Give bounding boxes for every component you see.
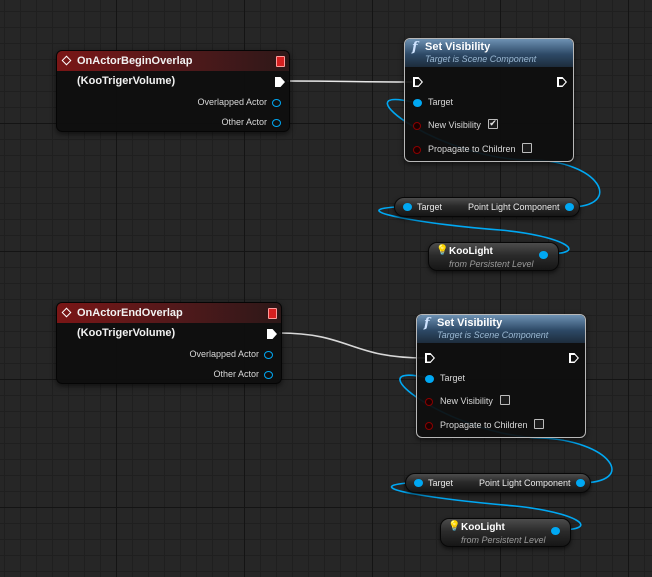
pin-label-propagate: Propagate to Children <box>440 420 528 430</box>
getter-output-label: Point Light Component <box>468 202 560 212</box>
event-node-end-overlap[interactable]: OnActorEndOverlap (KooTrigerVolume) Over… <box>56 302 282 384</box>
target-pin[interactable] <box>413 99 422 107</box>
koolight-variable-node-bottom[interactable]: 💡 KooLight from Persistent Level <box>440 518 571 547</box>
event-node-title: OnActorEndOverlap (KooTrigerVolume) <box>77 307 183 339</box>
exec-wire-top <box>286 80 413 83</box>
getter-target-label: Target <box>428 478 454 488</box>
new-visibility-pin[interactable] <box>413 122 421 130</box>
new-visibility-checkbox[interactable]: ✔ <box>488 119 498 129</box>
light-bulb-icon: 💡 <box>448 521 461 532</box>
getter-target-label: Target <box>417 202 443 212</box>
close-icon[interactable] <box>268 308 277 319</box>
propagate-pin[interactable] <box>425 422 433 430</box>
pin-label-overlapped-actor: Overlapped Actor <box>189 349 259 359</box>
light-bulb-icon: 💡 <box>436 245 449 256</box>
other-actor-pin[interactable] <box>272 119 281 127</box>
propagate-checkbox[interactable] <box>534 419 544 429</box>
variable-name: KooLight <box>449 246 493 257</box>
pin-label-new-visibility: New Visibility <box>428 120 481 130</box>
variable-name: KooLight <box>461 522 505 533</box>
overlapped-actor-pin[interactable] <box>264 351 273 359</box>
overlapped-actor-pin[interactable] <box>272 99 281 107</box>
get-point-light-component-node-bottom[interactable]: Target Point Light Component <box>405 473 591 493</box>
function-title: Set Visibility <box>425 41 491 53</box>
set-visibility-node-top[interactable]: f Set Visibility Target is Scene Compone… <box>404 38 574 162</box>
pin-label-other-actor: Other Actor <box>213 369 259 379</box>
new-visibility-pin[interactable] <box>425 398 433 406</box>
function-icon: f <box>412 40 418 55</box>
event-diamond-icon <box>61 307 72 318</box>
variable-output-pin[interactable] <box>539 251 548 259</box>
getter-output-pin[interactable] <box>565 203 574 211</box>
event-node-header[interactable]: OnActorEndOverlap (KooTrigerVolume) <box>57 303 281 339</box>
function-subtitle: Target is Scene Component <box>425 54 537 64</box>
get-point-light-component-node-top[interactable]: Target Point Light Component <box>394 197 580 217</box>
new-visibility-checkbox[interactable] <box>500 395 510 405</box>
variable-output-pin[interactable] <box>551 527 560 535</box>
exec-out-pin[interactable] <box>267 329 277 339</box>
target-pin[interactable] <box>425 375 434 383</box>
exec-out-pin[interactable] <box>557 77 567 87</box>
propagate-checkbox[interactable] <box>522 143 532 153</box>
exec-wire-bottom <box>278 332 426 359</box>
exec-in-pin[interactable] <box>413 77 423 87</box>
event-node-title: OnActorBeginOverlap (KooTrigerVolume) <box>77 55 193 87</box>
pin-label-target: Target <box>428 97 454 107</box>
other-actor-pin[interactable] <box>264 371 273 379</box>
getter-output-pin[interactable] <box>576 479 585 487</box>
pin-label-overlapped-actor: Overlapped Actor <box>197 97 267 107</box>
function-subtitle: Target is Scene Component <box>437 330 549 340</box>
getter-target-pin[interactable] <box>414 479 423 487</box>
close-icon[interactable] <box>276 56 285 67</box>
set-visibility-node-bottom[interactable]: f Set Visibility Target is Scene Compone… <box>416 314 586 438</box>
pin-label-other-actor: Other Actor <box>221 117 267 127</box>
exec-in-pin[interactable] <box>425 353 435 363</box>
function-title: Set Visibility <box>437 317 503 329</box>
event-diamond-icon <box>61 55 72 66</box>
pin-label-new-visibility: New Visibility <box>440 396 493 406</box>
function-icon: f <box>424 316 430 331</box>
variable-subtitle: from Persistent Level <box>461 535 546 545</box>
propagate-pin[interactable] <box>413 146 421 154</box>
getter-target-pin[interactable] <box>403 203 412 211</box>
event-node-begin-overlap[interactable]: OnActorBeginOverlap (KooTrigerVolume) Ov… <box>56 50 290 132</box>
event-node-header[interactable]: OnActorBeginOverlap (KooTrigerVolume) <box>57 51 289 87</box>
function-node-header[interactable]: f Set Visibility Target is Scene Compone… <box>405 39 573 67</box>
exec-out-pin[interactable] <box>275 77 285 87</box>
pin-label-propagate: Propagate to Children <box>428 144 516 154</box>
pin-label-target: Target <box>440 373 466 383</box>
variable-subtitle: from Persistent Level <box>449 259 534 269</box>
koolight-variable-node-top[interactable]: 💡 KooLight from Persistent Level <box>428 242 559 271</box>
function-node-header[interactable]: f Set Visibility Target is Scene Compone… <box>417 315 585 343</box>
exec-out-pin[interactable] <box>569 353 579 363</box>
getter-output-label: Point Light Component <box>479 478 571 488</box>
